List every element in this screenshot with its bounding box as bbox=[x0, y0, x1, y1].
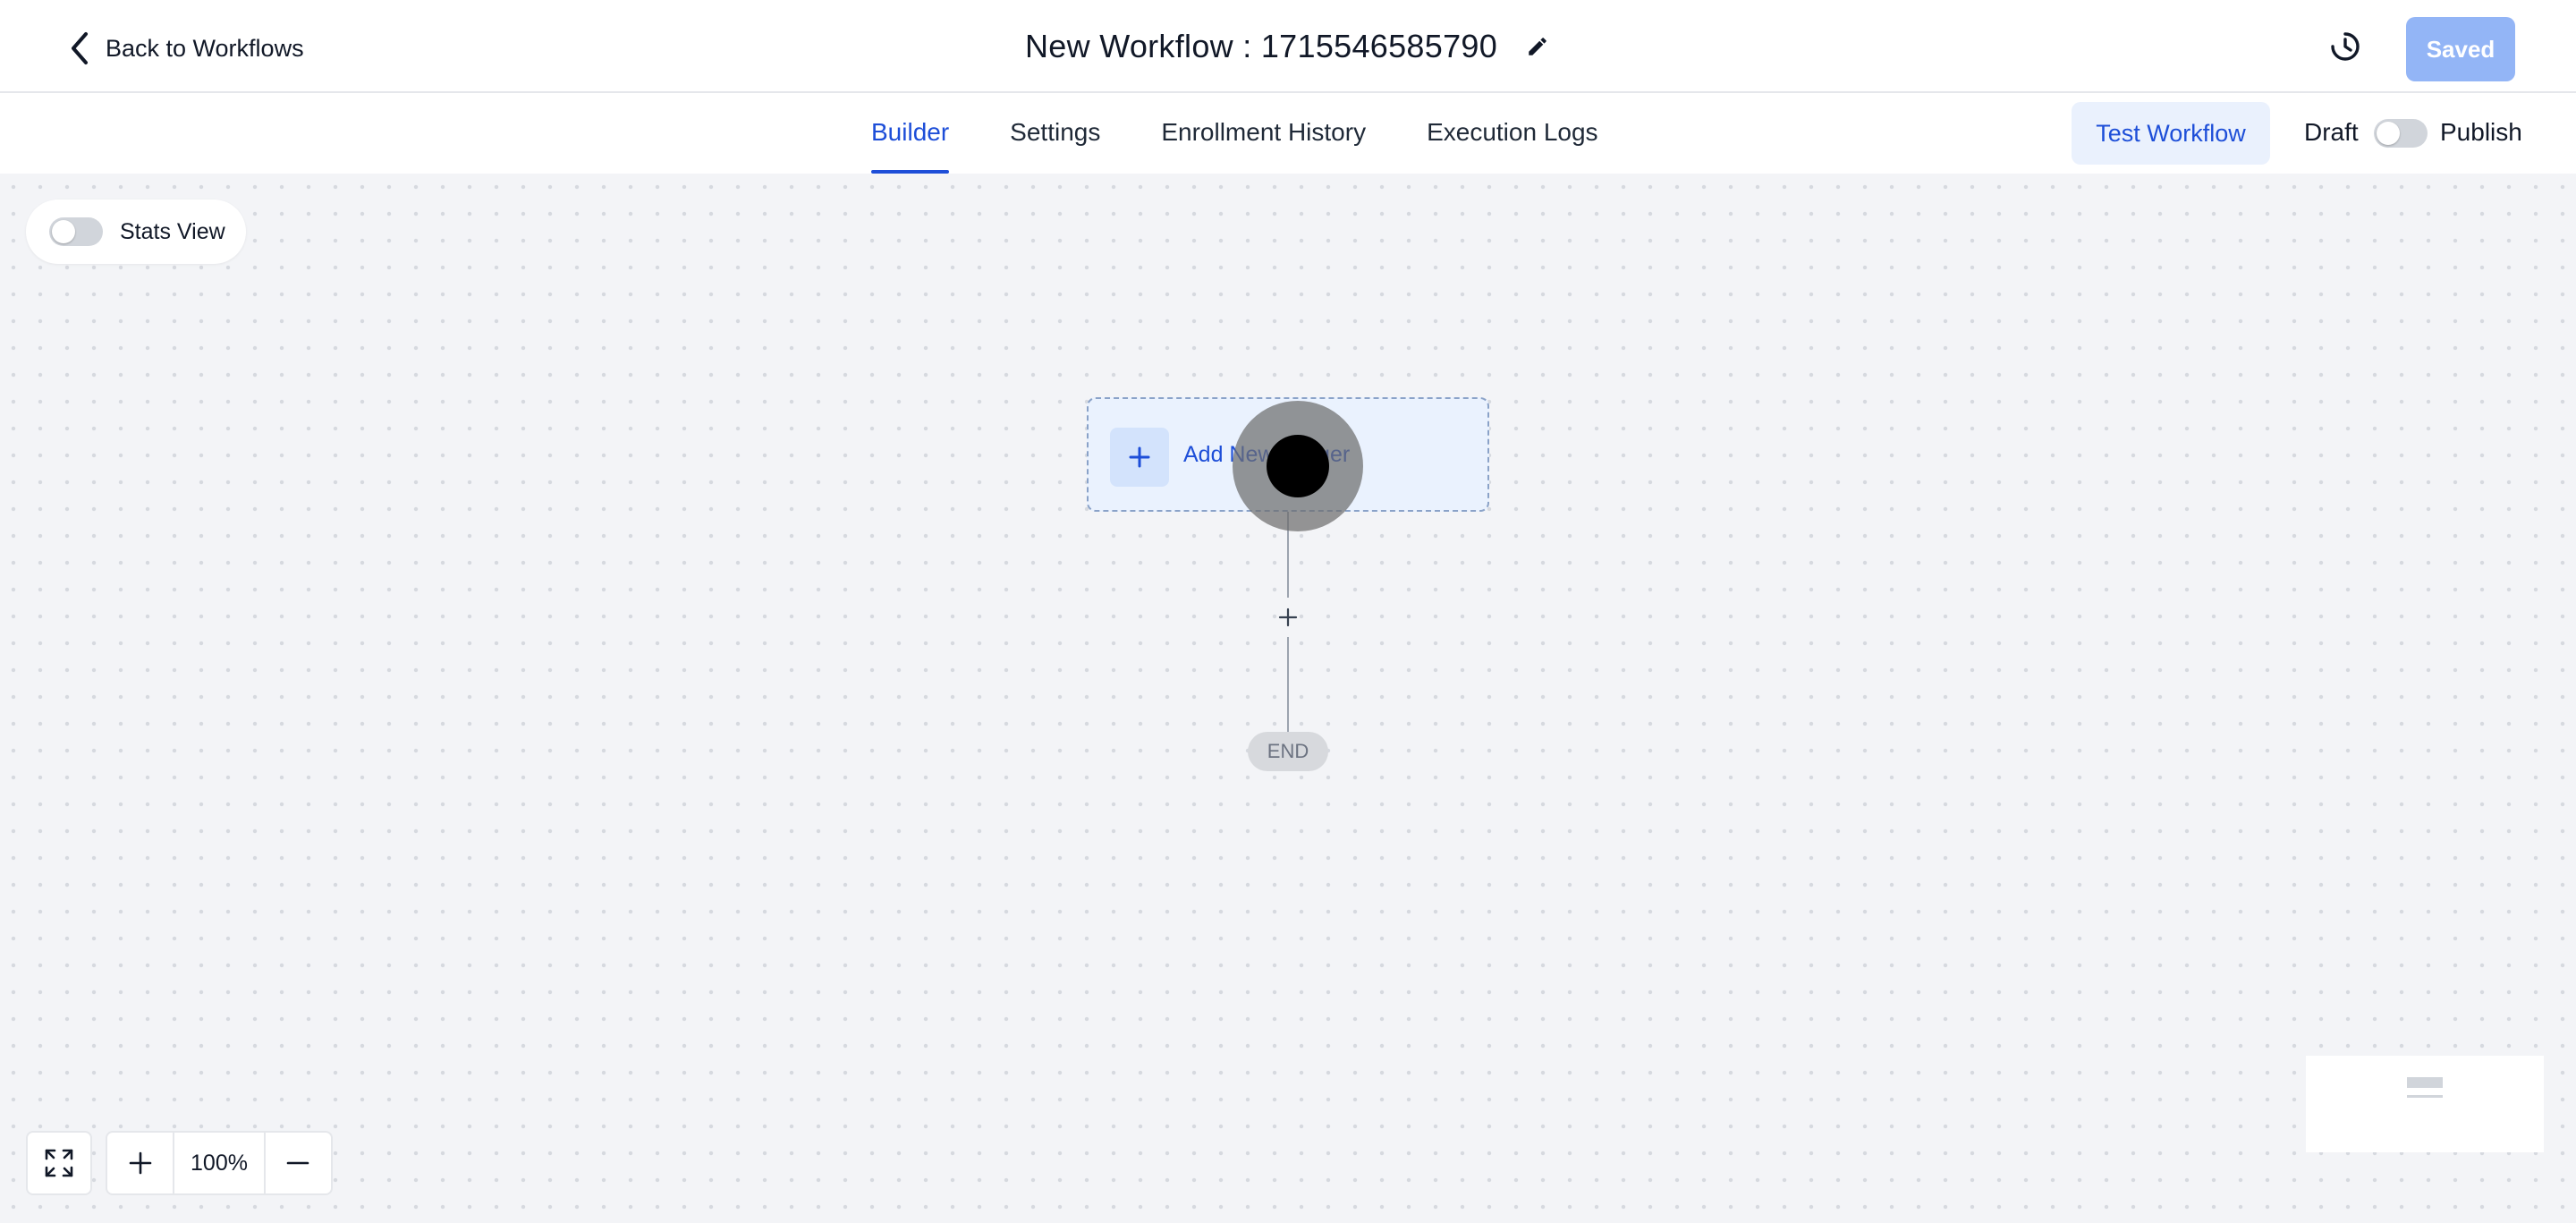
tab-bar: Builder Settings Enrollment History Exec… bbox=[0, 93, 2576, 174]
top-header: Back to Workflows New Workflow : 1715546… bbox=[0, 0, 2576, 93]
tab-enrollment-history[interactable]: Enrollment History bbox=[1161, 93, 1366, 174]
publish-label: Publish bbox=[2440, 118, 2522, 146]
workflow-tabs: Builder Settings Enrollment History Exec… bbox=[871, 93, 1598, 174]
stats-view-toggle[interactable] bbox=[49, 217, 103, 246]
toggle-knob bbox=[52, 220, 75, 243]
tab-settings[interactable]: Settings bbox=[1010, 93, 1100, 174]
back-to-workflows-link[interactable]: Back to Workflows bbox=[66, 27, 304, 70]
fit-view-button[interactable] bbox=[26, 1131, 92, 1195]
zoom-level: 100% bbox=[173, 1133, 266, 1193]
zoom-in-button[interactable] bbox=[107, 1133, 173, 1193]
connector-line bbox=[1287, 512, 1289, 598]
stats-view-label: Stats View bbox=[120, 219, 225, 244]
add-new-trigger-node[interactable]: Add New Trigger bbox=[1087, 397, 1489, 512]
publish-toggle[interactable] bbox=[2374, 119, 2428, 148]
minimap-node bbox=[2407, 1077, 2443, 1088]
chevron-left-icon bbox=[66, 30, 93, 66]
toggle-knob bbox=[2377, 122, 2400, 145]
plus-icon bbox=[1110, 428, 1169, 487]
history-icon[interactable] bbox=[2327, 29, 2363, 64]
minimap[interactable] bbox=[2306, 1056, 2544, 1152]
pencil-icon[interactable] bbox=[1524, 33, 1551, 60]
saved-button[interactable]: Saved bbox=[2406, 17, 2515, 81]
connector-line bbox=[1287, 637, 1289, 732]
minus-icon bbox=[286, 1161, 309, 1165]
workflow-title-group: New Workflow : 1715546585790 bbox=[0, 23, 2576, 70]
zoom-controls: 100% bbox=[106, 1131, 333, 1195]
minimap-node bbox=[2407, 1095, 2443, 1098]
add-action-plus-icon[interactable] bbox=[1274, 603, 1302, 632]
stats-view-control: Stats View bbox=[26, 200, 246, 264]
tab-execution-logs[interactable]: Execution Logs bbox=[1427, 93, 1597, 174]
test-workflow-button[interactable]: Test Workflow bbox=[2072, 102, 2270, 165]
draft-label: Draft bbox=[2304, 118, 2359, 146]
workflow-title: New Workflow : 1715546585790 bbox=[1024, 28, 1498, 64]
tab-builder[interactable]: Builder bbox=[871, 93, 950, 174]
back-to-workflows-label: Back to Workflows bbox=[106, 34, 304, 62]
workflow-canvas[interactable]: Stats View Add New Trigger END 100% bbox=[0, 174, 2576, 1223]
end-node: END bbox=[1248, 732, 1328, 771]
fullscreen-icon bbox=[45, 1149, 73, 1177]
add-new-trigger-label: Add New Trigger bbox=[1183, 442, 1351, 467]
zoom-out-button[interactable] bbox=[266, 1133, 331, 1193]
plus-icon bbox=[129, 1151, 152, 1175]
